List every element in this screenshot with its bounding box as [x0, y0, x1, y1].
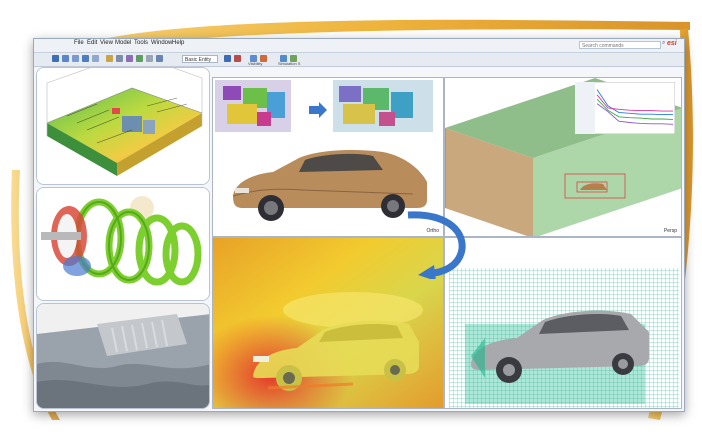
- heatsink-flow-view[interactable]: [36, 67, 210, 185]
- arrow-head-icon: [418, 265, 436, 279]
- surface-view[interactable]: [36, 303, 210, 409]
- copy-icon[interactable]: [72, 55, 79, 62]
- clear-icon[interactable]: [234, 55, 241, 62]
- menu-bar: File Edit View Model Tools Window Help S…: [34, 39, 684, 53]
- viewport-mesh[interactable]: [444, 237, 682, 409]
- open-icon[interactable]: [62, 55, 69, 62]
- search-commands-input[interactable]: Search commands: [579, 41, 661, 49]
- free-surface-render: [37, 304, 209, 408]
- pan-icon[interactable]: [116, 55, 123, 62]
- select-icon[interactable]: [92, 55, 99, 62]
- rotate-icon[interactable]: [106, 55, 113, 62]
- simulation-group-label: Simulation S: [278, 61, 301, 66]
- menu-help[interactable]: Help: [172, 40, 184, 46]
- tool-icon[interactable]: [156, 55, 163, 62]
- save-icon[interactable]: [52, 55, 59, 62]
- fit-icon[interactable]: [136, 55, 143, 62]
- menu-view[interactable]: View: [100, 40, 113, 46]
- filter-icon[interactable]: [224, 55, 231, 62]
- menu-tools[interactable]: Tools: [134, 40, 148, 46]
- zoom-icon[interactable]: [126, 55, 133, 62]
- menu-file[interactable]: File: [74, 40, 84, 46]
- viewport-domain[interactable]: Persp: [444, 77, 682, 237]
- view-icon[interactable]: [146, 55, 153, 62]
- workflow-arrow: [407, 211, 466, 279]
- menu-edit[interactable]: Edit: [87, 40, 97, 46]
- main-toolbar: Basic Entity Visibility Simulation S: [34, 53, 684, 67]
- basic-entity-select[interactable]: Basic Entity: [182, 55, 218, 63]
- cube-icon[interactable]: [82, 55, 89, 62]
- menu-model[interactable]: Model: [115, 40, 131, 46]
- esi-logo: esi: [667, 40, 677, 47]
- visibility-group-label: Visibility: [248, 61, 263, 66]
- mesh-render: [445, 238, 681, 408]
- vortex-view[interactable]: [36, 187, 210, 301]
- residual-plot[interactable]: [575, 82, 675, 134]
- vortex-isosurface-render: [37, 188, 209, 300]
- menu-window[interactable]: Window: [151, 40, 172, 46]
- search-icon[interactable]: ⌕: [662, 40, 665, 47]
- application-window: File Edit View Model Tools Window Help S…: [33, 38, 685, 412]
- viewport-label-persp: Persp: [663, 228, 677, 234]
- electronics-cooling-render: [37, 68, 209, 184]
- search-placeholder: Search commands: [582, 43, 624, 49]
